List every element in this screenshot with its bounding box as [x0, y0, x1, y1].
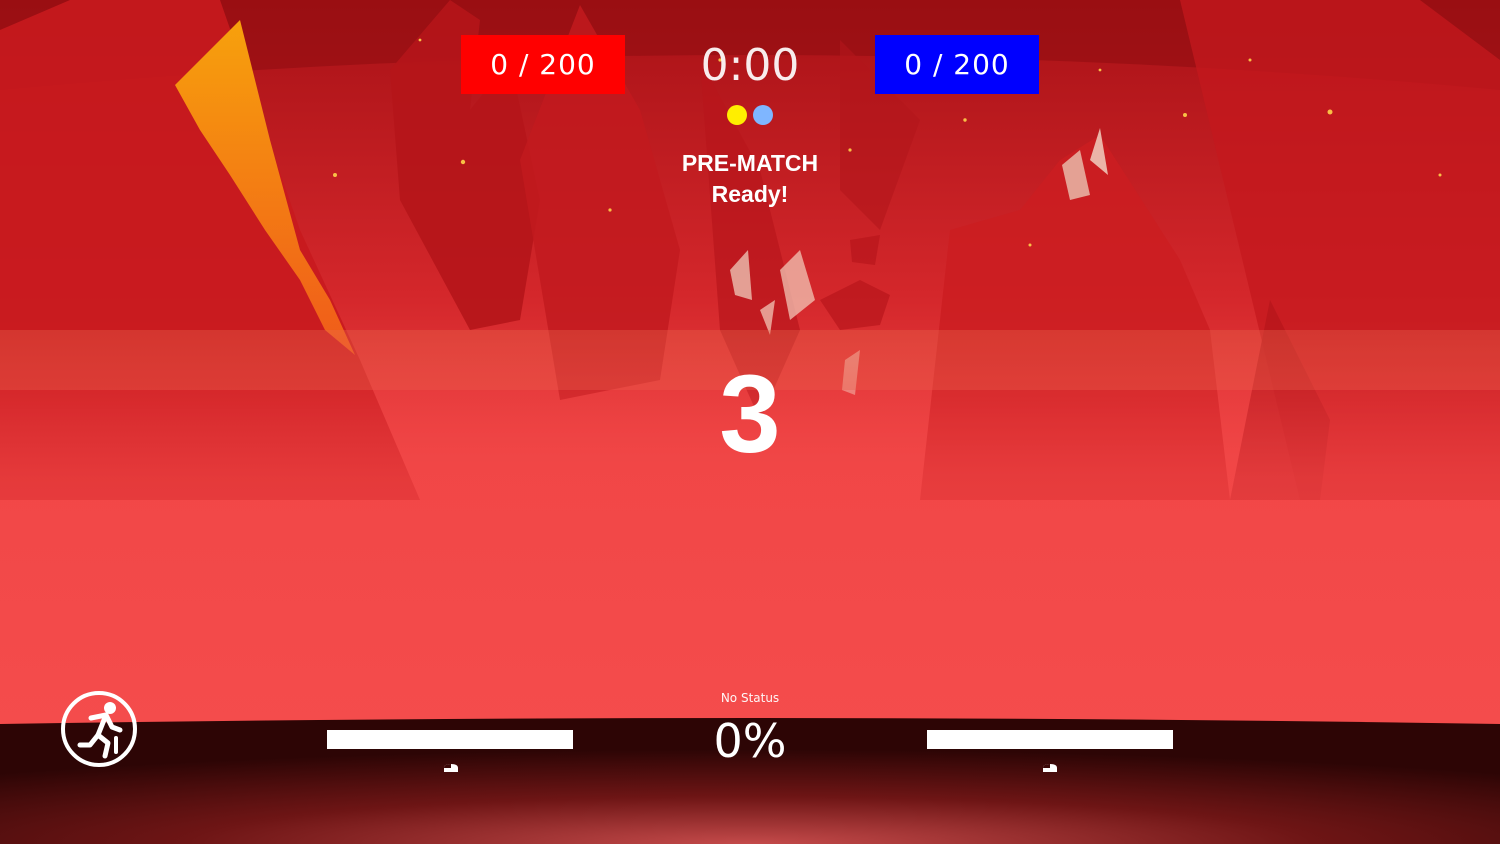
player-indicator-yellow	[727, 105, 747, 125]
objective-status-label: No Status	[720, 691, 780, 705]
capture-percentage: 0%	[713, 714, 787, 768]
match-timer: 0:00	[700, 40, 800, 91]
exit-match-button[interactable]	[60, 690, 138, 768]
player-indicator-blue	[753, 105, 773, 125]
red-team-score: 0 / 200	[461, 35, 625, 94]
game-scene: 0 / 200 0 / 200 0:00 PRE-MATCH Ready! 3 …	[0, 0, 1500, 844]
countdown-number: 3	[719, 353, 781, 476]
left-capture-bar	[327, 730, 573, 749]
blue-team-score: 0 / 200	[875, 35, 1039, 94]
running-exit-icon	[61, 691, 137, 767]
match-ready-label: Ready!	[711, 181, 789, 207]
right-mouse-icon	[1043, 764, 1057, 772]
left-mouse-icon	[444, 764, 458, 772]
right-capture-bar	[927, 730, 1173, 749]
match-phase-label: PRE-MATCH	[681, 150, 819, 176]
